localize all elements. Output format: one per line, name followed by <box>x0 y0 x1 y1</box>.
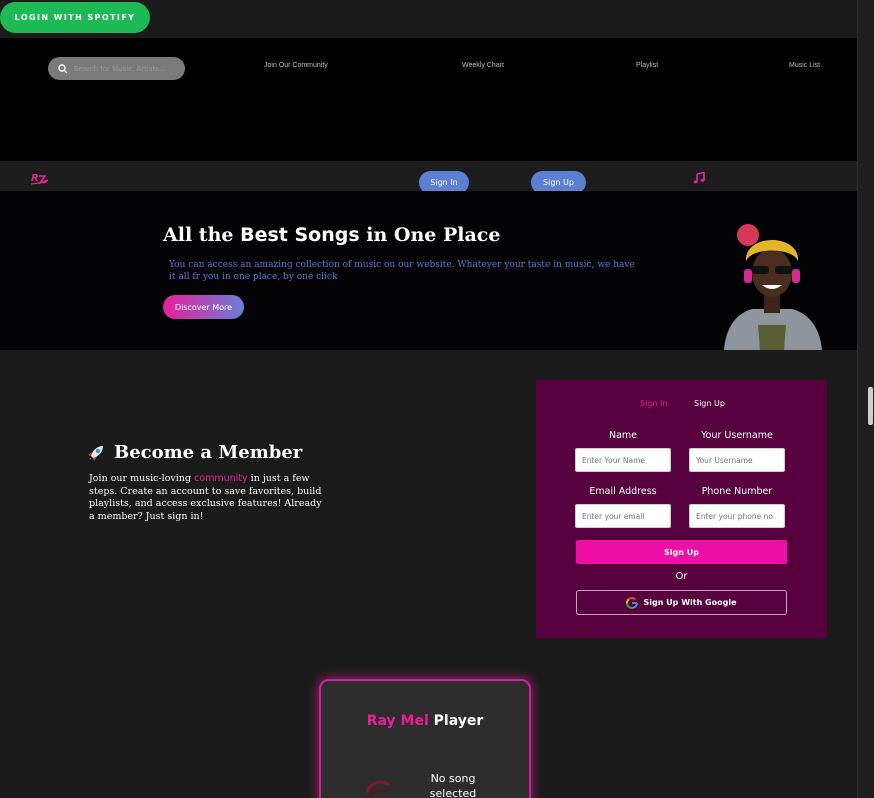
phone-field[interactable]: Enter your phone no <box>689 504 785 528</box>
or-divider: Or <box>675 571 688 582</box>
scrollbar-thumb[interactable] <box>868 387 873 425</box>
sub-header-bar: R Sign In Sign Up <box>0 161 857 194</box>
discover-more-button[interactable]: Discover More <box>163 295 244 319</box>
music-note-icon[interactable] <box>693 172 705 184</box>
name-field[interactable]: Enter Your Name <box>575 448 671 472</box>
top-navigation: Search for Music, Artists... Join Our Co… <box>0 38 857 161</box>
music-player: Ray Mel Player No song selected <box>319 679 531 798</box>
community-link[interactable]: community <box>194 473 248 484</box>
search-icon <box>58 63 68 73</box>
nav-weekly-chart[interactable]: Weekly Chart <box>462 62 504 69</box>
page-scrollbar[interactable] <box>857 0 874 798</box>
google-icon <box>626 596 639 609</box>
sign-up-with-google-button[interactable]: Sign Up With Google <box>576 590 787 615</box>
email-field[interactable]: Enter your email <box>575 504 671 528</box>
sign-up-submit-button[interactable]: Sign Up <box>576 540 787 564</box>
hero-section: All the Best Songs in One Place You can … <box>0 191 857 350</box>
search-bar[interactable]: Search for Music, Artists... <box>48 57 185 80</box>
tab-sign-up[interactable]: Sign Up <box>694 399 725 408</box>
username-field[interactable]: Your Username <box>689 448 785 472</box>
player-title: Ray Mel Player <box>366 713 484 729</box>
phone-label: Phone Number <box>701 486 773 497</box>
tab-sign-in[interactable]: Sign In <box>640 399 667 408</box>
nav-join-community[interactable]: Join Our Community <box>264 62 328 69</box>
login-with-spotify-button[interactable]: LOGIN WITH SPOTIFY <box>0 2 150 33</box>
hero-description: You can access an amazing collection of … <box>169 260 635 282</box>
album-art-icon <box>365 780 390 798</box>
svg-text:R: R <box>31 173 39 184</box>
member-description: Join our music-loving community in just … <box>89 473 322 522</box>
signup-form: Sign In Sign Up Name Your Username Enter… <box>536 380 827 638</box>
username-label: Your Username <box>701 430 773 441</box>
nav-music-list[interactable]: Music List <box>789 62 820 69</box>
site-logo[interactable]: R <box>30 170 52 186</box>
member-heading: Become a Member <box>86 442 302 463</box>
email-label: Email Address <box>589 486 657 497</box>
name-label: Name <box>608 430 638 441</box>
singer-image <box>724 224 822 350</box>
rocket-icon <box>88 445 103 461</box>
player-status: No song selected <box>429 772 477 798</box>
hero-title: All the Best Songs in One Place <box>163 224 501 246</box>
nav-playlist[interactable]: Playlist <box>636 62 658 69</box>
search-input[interactable]: Search for Music, Artists... <box>74 65 166 73</box>
